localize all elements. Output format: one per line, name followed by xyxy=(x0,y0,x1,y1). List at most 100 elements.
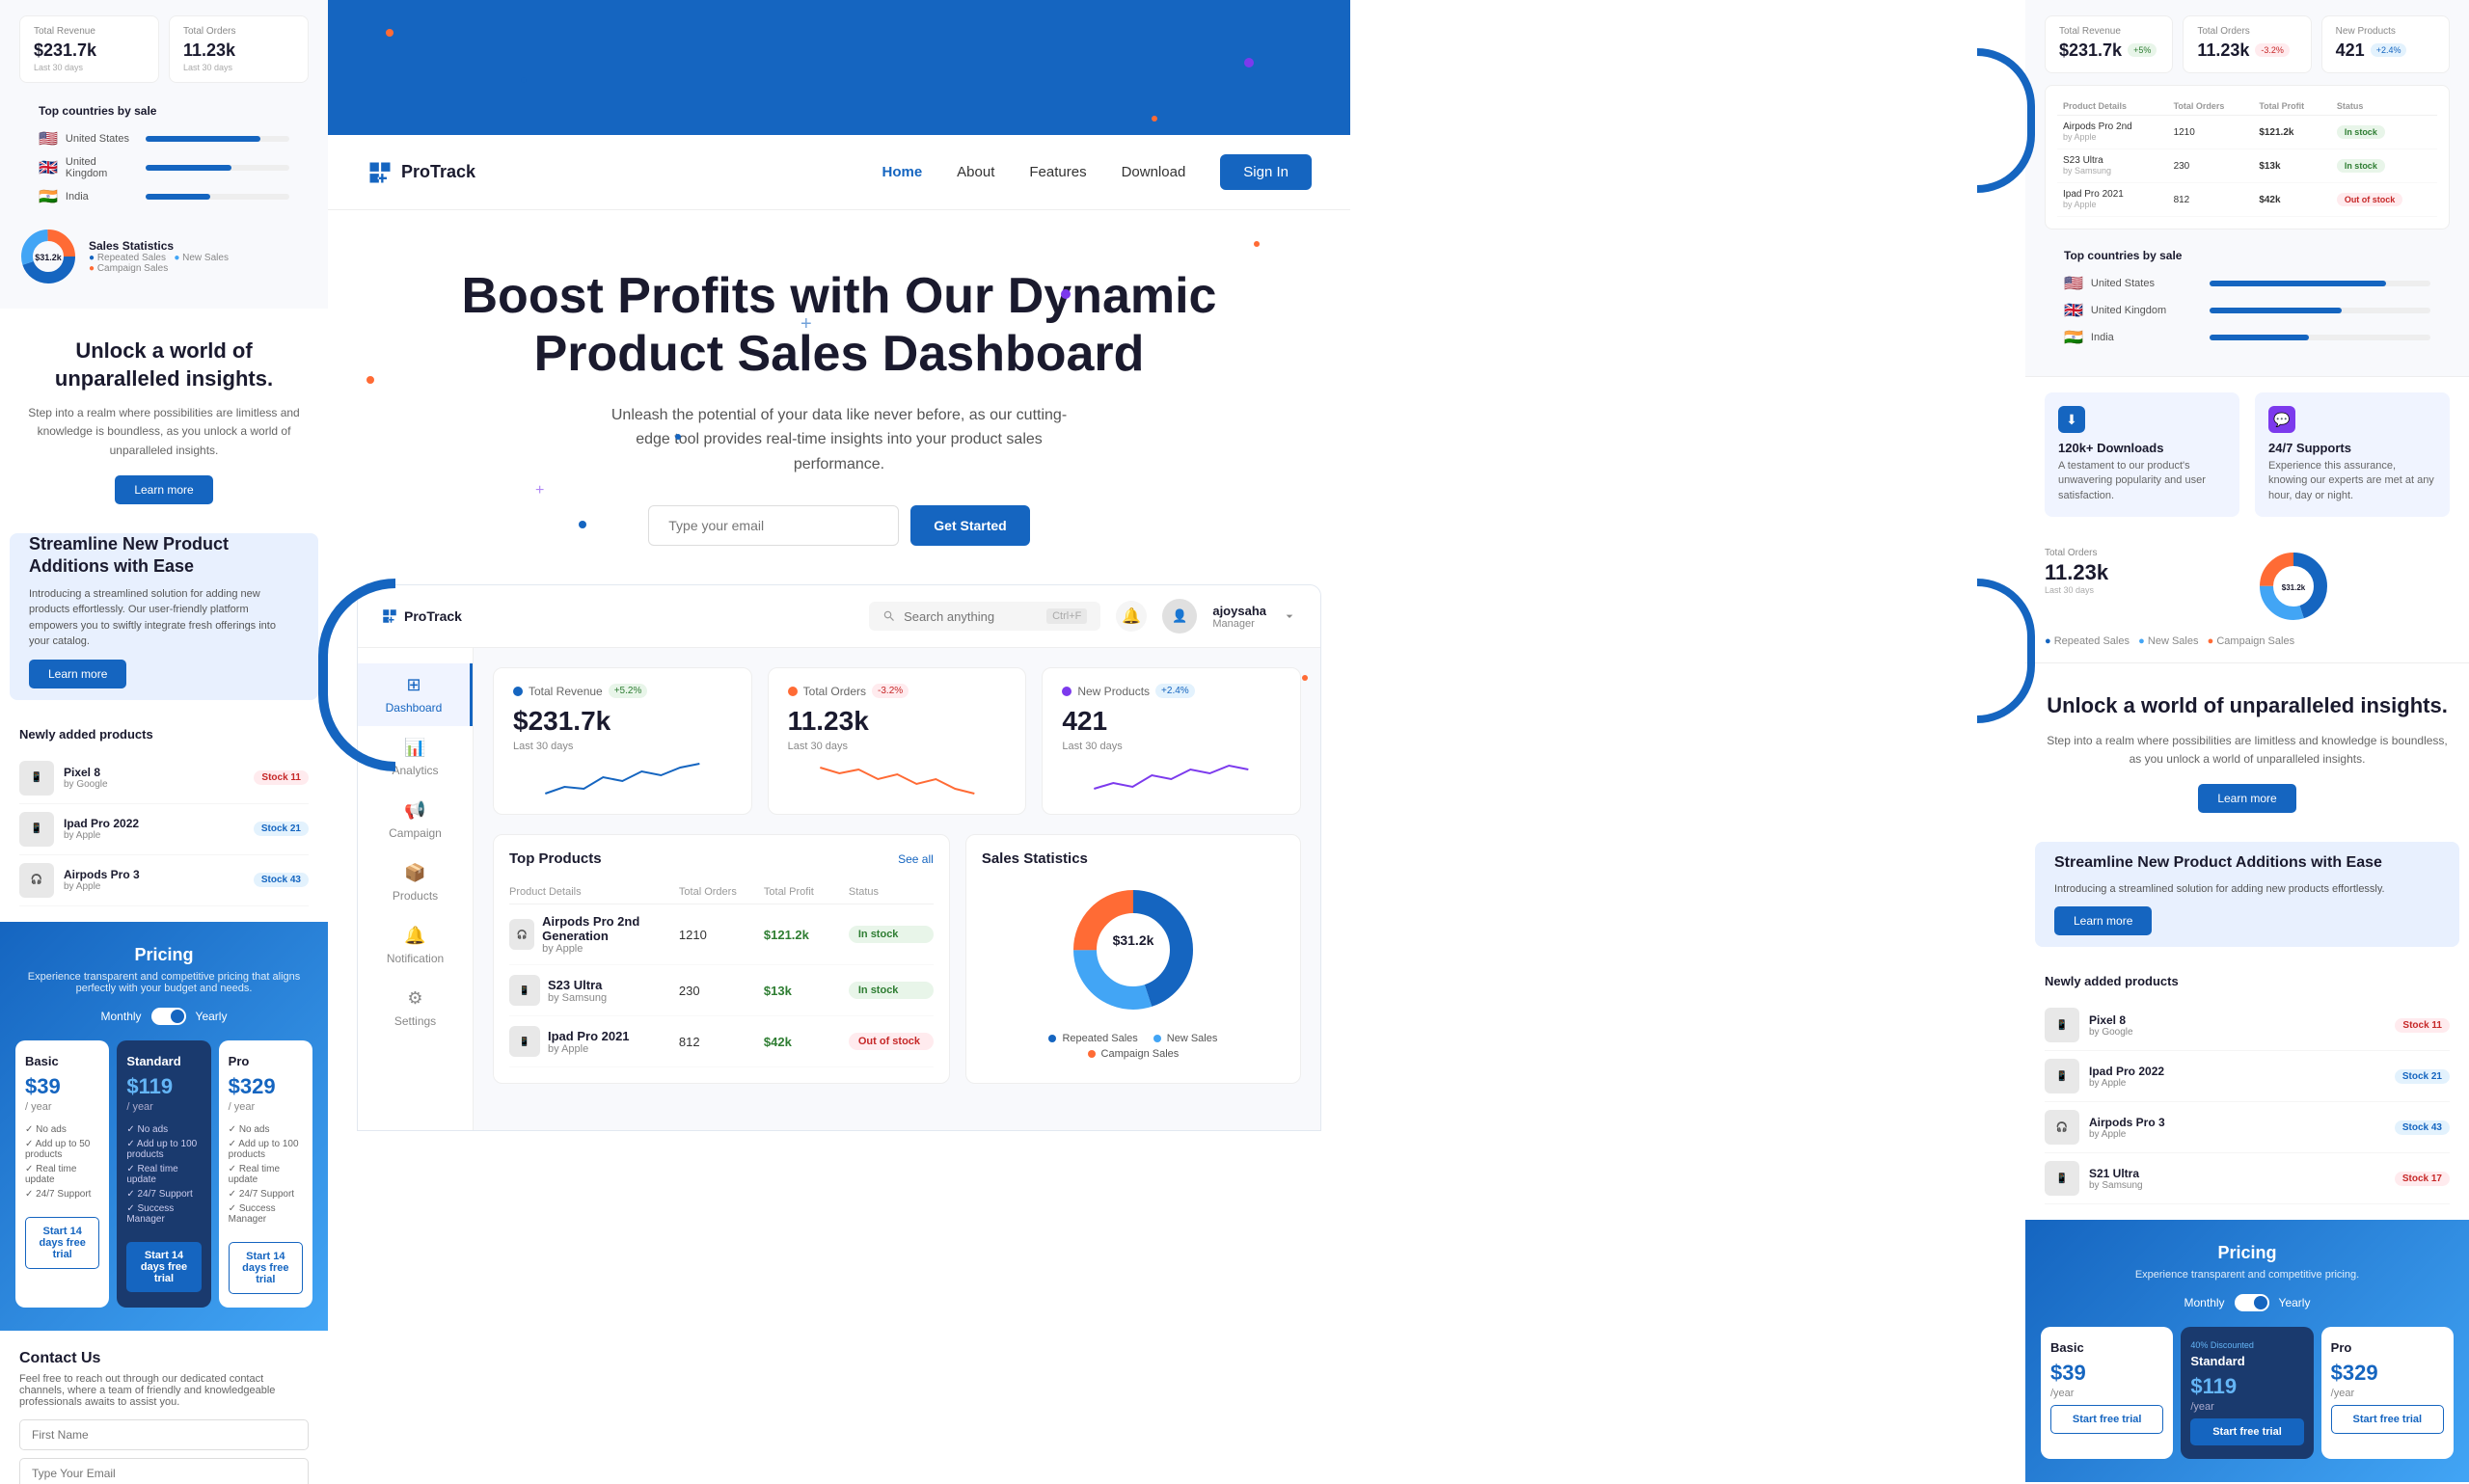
right-billing-toggle[interactable] xyxy=(2235,1294,2269,1311)
country-bar-bg-in xyxy=(146,194,289,200)
revenue-sub: Last 30 days xyxy=(513,741,732,752)
contact-email[interactable] xyxy=(19,1458,309,1484)
right-airpods-info: Airpods Pro 3 by Apple xyxy=(2089,1116,2385,1140)
pixel-name: Pixel 8 xyxy=(64,766,244,779)
contact-firstname[interactable] xyxy=(19,1419,309,1450)
right-basic-price: $39 xyxy=(2050,1361,2163,1386)
table-row-airpods: 🎧 Airpods Pro 2nd Generation by Apple 12… xyxy=(509,904,934,965)
sidebar-campaign-label: Campaign xyxy=(389,826,442,840)
ipad-stock: Stock 21 xyxy=(254,822,309,836)
nav-features[interactable]: Features xyxy=(1029,164,1086,181)
nav-home-link[interactable]: Home xyxy=(882,164,922,180)
airpods-info: Airpods Pro 3 by Apple xyxy=(64,868,244,892)
countries-title: Top countries by sale xyxy=(39,104,289,118)
sidebar-item-settings[interactable]: ⚙ Settings xyxy=(358,977,473,1039)
right-revenue-card: Total Revenue $231.7k +5% xyxy=(2045,15,2173,73)
airpods-profit: $121.2k xyxy=(764,928,849,942)
get-started-button[interactable]: Get Started xyxy=(910,505,1029,546)
sidebar-item-notification[interactable]: 🔔 Notification xyxy=(358,914,473,977)
left-metric-orders: Total Orders 11.23k Last 30 days xyxy=(169,15,309,83)
dashboard-body: ⊞ Dashboard 📊 Analytics 📢 Campaign 📦 Pro… xyxy=(358,648,1320,1130)
fdot-orange1 xyxy=(386,29,393,37)
pro-cta[interactable]: Start 14 days free trial xyxy=(229,1242,303,1294)
right-bar-us xyxy=(2210,281,2387,286)
right-orders-val-row: 11.23k -3.2% xyxy=(2197,37,2296,63)
left-product-airpods: 🎧 Airpods Pro 3 by Apple Stock 43 xyxy=(19,855,309,906)
search-input[interactable] xyxy=(904,609,1039,624)
learn-more-button[interactable]: Learn more xyxy=(115,475,212,504)
basic-features: ✓ No ads ✓ Add up to 50 products ✓ Real … xyxy=(25,1122,99,1201)
right-country-uk: 🇬🇧 United Kingdom xyxy=(2064,297,2430,324)
hero-headline: Boost Profits with Our Dynamic Product S… xyxy=(405,268,1273,384)
pro-price: $329 xyxy=(229,1074,303,1099)
streamline-learn-button[interactable]: Learn more xyxy=(29,660,126,688)
new-products-sub: Last 30 days xyxy=(1062,741,1281,752)
ipad-info: Ipad Pro 2022 by Apple xyxy=(64,817,244,841)
right-toggle-row: Monthly Yearly xyxy=(2041,1294,2454,1311)
right-new-products: Newly added products 📱 Pixel 8 by Google… xyxy=(2025,958,2469,1220)
nav-about[interactable]: About xyxy=(957,164,994,181)
dashboard-icon: ⊞ xyxy=(406,675,421,695)
standard-period: / year xyxy=(126,1101,201,1113)
country-bar-us xyxy=(146,136,261,142)
right-metrics-row: Total Revenue $231.7k +5% Total Orders 1… xyxy=(2045,15,2450,73)
sidebar-item-campaign[interactable]: 📢 Campaign xyxy=(358,789,473,851)
right-streamline-btn[interactable]: Learn more xyxy=(2054,906,2152,935)
right-pro-cta[interactable]: Start free trial xyxy=(2331,1405,2444,1434)
left-mini-dashboard: Total Revenue $231.7k Last 30 days Total… xyxy=(0,0,328,309)
sidebar-item-products[interactable]: 📦 Products xyxy=(358,851,473,914)
right-basic-cta[interactable]: Start free trial xyxy=(2050,1405,2163,1434)
orders-value: 11.23k xyxy=(788,706,1007,737)
user-avatar: 👤 xyxy=(1162,599,1197,634)
right-country-us: 🇺🇸 United States xyxy=(2064,270,2430,297)
pro-f1: ✓ No ads xyxy=(229,1122,303,1137)
nav-features-link[interactable]: Features xyxy=(1029,164,1086,180)
basic-f1: ✓ No ads xyxy=(25,1122,99,1137)
orders-label: Total Orders -3.2% xyxy=(788,684,1007,698)
right-pixel-img: 📱 xyxy=(2045,1008,2079,1042)
right-mini-row-s23: S23 Ultraby Samsung 230 $13k In stock xyxy=(2057,149,2437,183)
nav-home[interactable]: Home xyxy=(882,164,922,181)
right-countries: Top countries by sale 🇺🇸 United States 🇬… xyxy=(2045,239,2450,361)
right-bar-bg-in xyxy=(2210,335,2430,340)
right-learn-button[interactable]: Learn more xyxy=(2198,784,2295,813)
signin-button[interactable]: Sign In xyxy=(1220,154,1312,190)
contact-section: Contact Us Feel free to reach out throug… xyxy=(0,1331,328,1484)
hero-email-input[interactable] xyxy=(648,505,899,546)
right-sales-section: Total Orders 11.23k Last 30 days $31.2k … xyxy=(2025,532,2469,663)
right-new-products-val-row: 421 +2.4% xyxy=(2336,37,2435,63)
metric-new-products: New Products +2.4% 421 Last 30 days xyxy=(1042,667,1301,815)
standard-cta[interactable]: Start 14 days free trial xyxy=(126,1242,201,1292)
basic-cta[interactable]: Start 14 days free trial xyxy=(25,1217,99,1269)
left-orders-sub: Last 30 days xyxy=(183,63,294,72)
fdot-1 xyxy=(366,376,374,384)
left-new-products: Newly added products 📱 Pixel 8 by Google… xyxy=(0,712,328,922)
left-orders-value: 11.23k xyxy=(183,40,294,61)
airpods-product-brand: by Apple xyxy=(542,943,679,955)
new-products-value: 421 xyxy=(1062,706,1281,737)
nav-download[interactable]: Download xyxy=(1122,164,1186,181)
see-all-link[interactable]: See all xyxy=(898,852,934,866)
notification-bell[interactable]: 🔔 xyxy=(1116,601,1147,632)
right-yearly-label: Yearly xyxy=(2279,1296,2311,1309)
pro-f2: ✓ Add up to 100 products xyxy=(229,1137,303,1162)
nav-about-link[interactable]: About xyxy=(957,164,994,180)
basic-f2: ✓ Add up to 50 products xyxy=(25,1137,99,1162)
right-ipad-info: Ipad Pro 2022 by Apple xyxy=(2089,1065,2385,1089)
search-bar[interactable]: Ctrl+F xyxy=(869,602,1100,631)
airpods-brand: by Apple xyxy=(64,881,244,892)
nav-download-link[interactable]: Download xyxy=(1122,164,1186,180)
left-metric-revenue: Total Revenue $231.7k Last 30 days xyxy=(19,15,159,83)
sales-statistics: Sales Statistics xyxy=(965,834,1301,1084)
right-sales-legend: ● Repeated Sales ● New Sales ● Campaign … xyxy=(2045,635,2450,647)
svg-text:$31.2k: $31.2k xyxy=(1112,932,1153,948)
billing-toggle[interactable] xyxy=(151,1008,186,1025)
streamline-desc: Introducing a streamlined solution for a… xyxy=(29,586,299,650)
pro-plan: Pro $329 / year ✓ No ads ✓ Add up to 100… xyxy=(219,1040,312,1308)
right-pricing-desc: Experience transparent and competitive p… xyxy=(2041,1269,2454,1281)
right-monthly-label: Monthly xyxy=(2184,1296,2225,1309)
monthly-label: Monthly xyxy=(101,1010,142,1023)
metric-revenue: Total Revenue +5.2% $231.7k Last 30 days xyxy=(493,667,752,815)
right-pricing-section: Pricing Experience transparent and compe… xyxy=(2025,1220,2469,1482)
right-standard-cta[interactable]: Start free trial xyxy=(2190,1418,2303,1445)
